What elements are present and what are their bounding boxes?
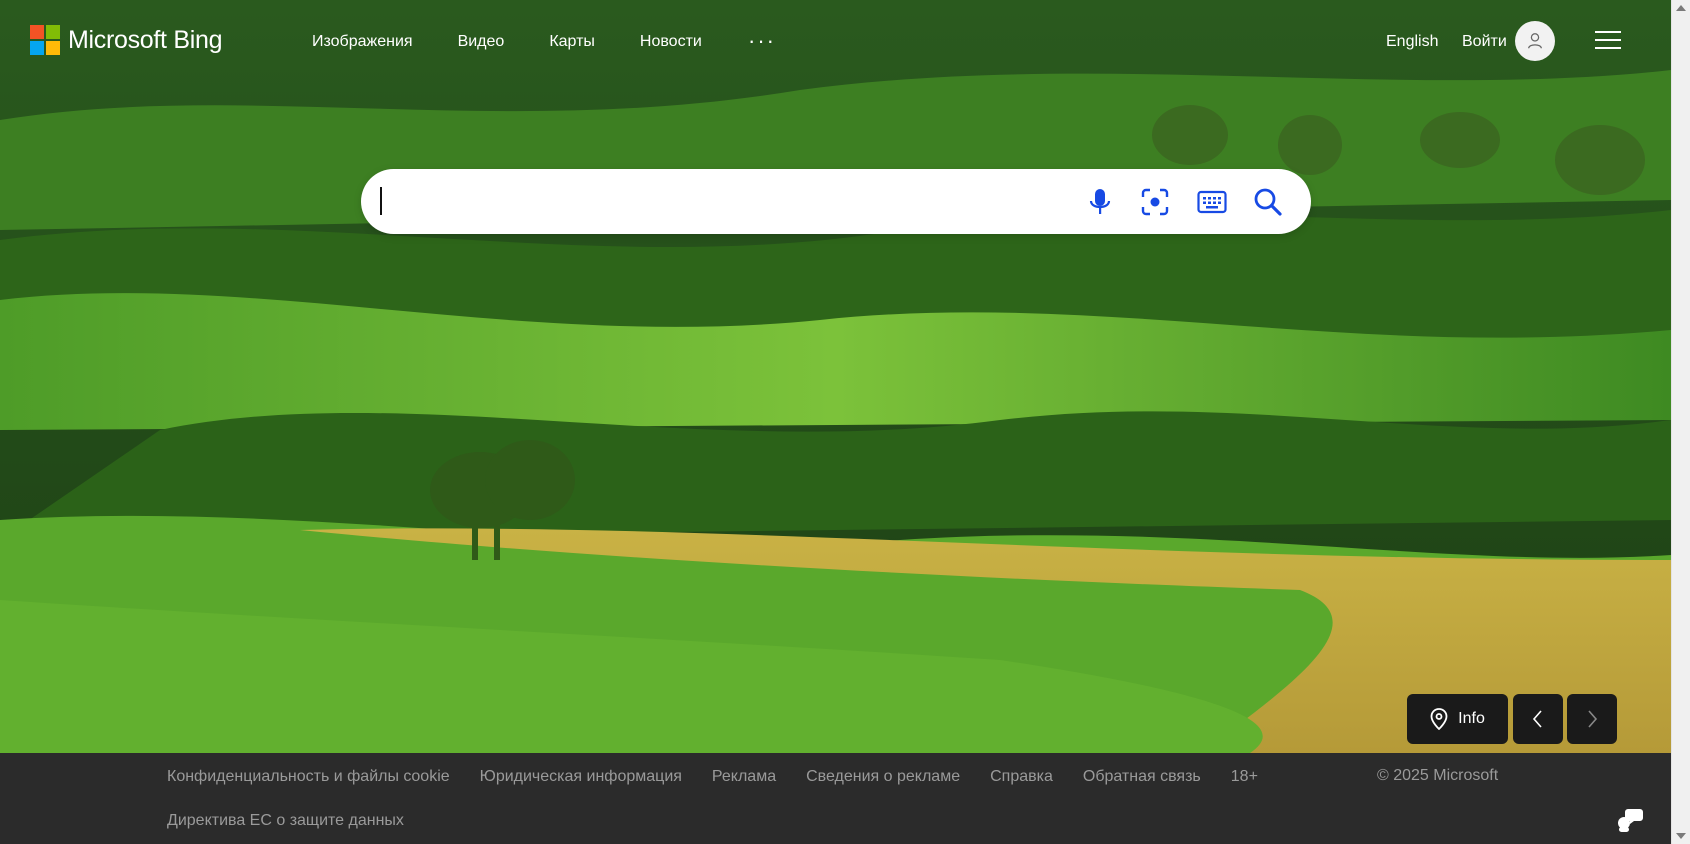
footer-link-eu-directive[interactable]: Директива ЕС о защите данных <box>167 812 404 829</box>
language-link[interactable]: English <box>1386 33 1438 51</box>
signin-link[interactable]: Войти <box>1462 33 1507 51</box>
hamburger-line <box>1595 39 1621 41</box>
next-image-button[interactable] <box>1567 694 1617 744</box>
footer-link-legal[interactable]: Юридическая информация <box>480 768 682 786</box>
nav-maps[interactable]: Карты <box>549 33 595 51</box>
vertical-scrollbar[interactable] <box>1671 0 1690 844</box>
image-info-button[interactable]: Info <box>1407 694 1508 744</box>
scroll-down-arrow-icon[interactable] <box>1676 833 1686 839</box>
microphone-icon[interactable] <box>1083 185 1117 219</box>
footer-link-advertise[interactable]: Реклама <box>712 768 776 786</box>
footer-links-second-row: Директива ЕС о защите данных <box>167 812 404 830</box>
footer-link-privacy[interactable]: Конфиденциальность и файлы cookie <box>167 768 450 786</box>
more-nav-button[interactable]: ··· <box>748 28 776 54</box>
hamburger-line <box>1595 47 1621 49</box>
text-caret <box>380 187 382 215</box>
footer-link-feedback[interactable]: Обратная связь <box>1083 768 1201 786</box>
hamburger-line <box>1595 31 1621 33</box>
nav-images[interactable]: Изображения <box>312 33 413 51</box>
chevron-left-icon <box>1532 710 1542 728</box>
user-icon <box>1528 33 1542 49</box>
search-icon[interactable] <box>1251 185 1285 219</box>
footer-link-about-ads[interactable]: Сведения о рекламе <box>806 768 960 786</box>
scroll-up-arrow-icon[interactable] <box>1676 5 1686 11</box>
footer-link-age[interactable]: 18+ <box>1231 768 1258 786</box>
bing-logo[interactable]: Microsoft Bing <box>30 25 222 55</box>
visual-search-icon[interactable] <box>1138 185 1172 219</box>
top-nav: Изображения Видео Карты Новости <box>312 33 702 51</box>
user-avatar-button[interactable] <box>1515 21 1555 61</box>
chevron-right-icon <box>1588 710 1598 728</box>
info-label: Info <box>1458 710 1485 727</box>
search-input[interactable] <box>379 183 1059 221</box>
previous-image-button[interactable] <box>1513 694 1563 744</box>
location-pin-icon <box>1430 708 1448 730</box>
background-landscape-image <box>0 0 1671 753</box>
footer-links: Конфиденциальность и файлы cookie Юридич… <box>167 768 1258 786</box>
hamburger-menu-button[interactable] <box>1595 31 1621 51</box>
keyboard-icon[interactable] <box>1195 185 1229 219</box>
search-box <box>361 169 1311 234</box>
microsoft-logo-icon <box>30 25 60 55</box>
nav-news[interactable]: Новости <box>640 33 702 51</box>
footer: Конфиденциальность и файлы cookie Юридич… <box>0 753 1671 844</box>
nav-video[interactable]: Видео <box>458 33 505 51</box>
rolling-hills-illustration <box>0 0 1671 753</box>
brand-name: Microsoft Bing <box>68 25 223 54</box>
top-header: Microsoft Bing Изображения Видео Карты Н… <box>0 0 1671 86</box>
chat-feedback-icon[interactable] <box>1616 805 1644 833</box>
copyright-text: © 2025 Microsoft <box>1377 767 1499 784</box>
footer-link-help[interactable]: Справка <box>990 768 1053 786</box>
